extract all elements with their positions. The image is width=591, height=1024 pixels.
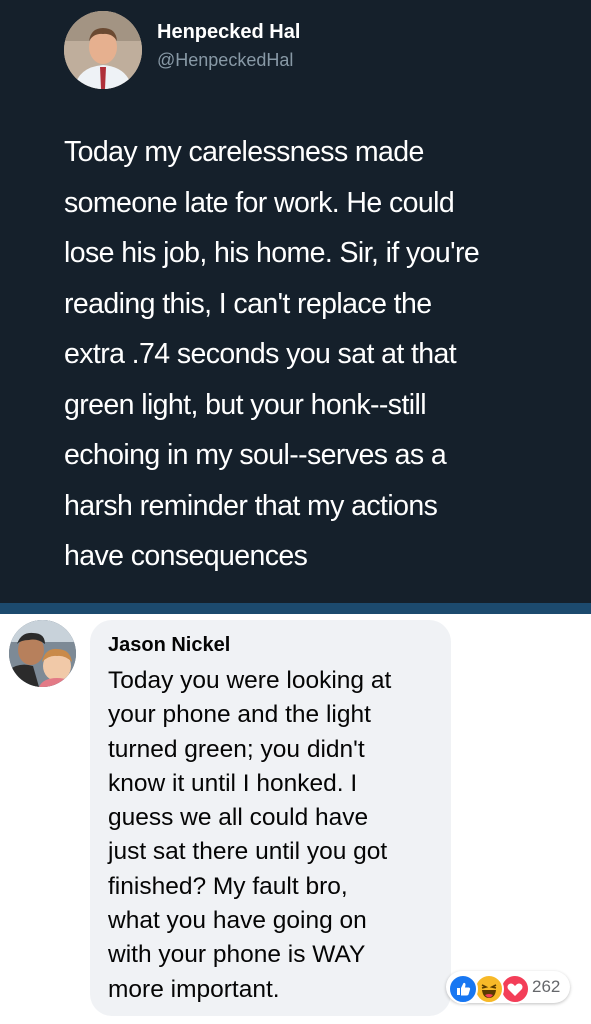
tweet-text-line: someone late for work. He could <box>64 186 455 219</box>
comment-text-line: what you have going on <box>108 907 367 935</box>
tweet-text-line: reading this, I can't replace the <box>64 287 432 320</box>
comment-text: Today you were looking at your phone and… <box>108 664 448 1007</box>
reaction-count: 262 <box>532 977 561 996</box>
tweet-text-line: lose his job, his home. Sir, if you're <box>64 237 480 269</box>
comment-text-line: Today you were looking at <box>108 667 392 694</box>
comment-text-line: know it until I honked. I <box>108 769 358 797</box>
tweet-text-line: extra .74 seconds you sat at that <box>64 338 457 370</box>
tweet-text-line: Today my carelessness made <box>64 136 424 168</box>
tweet-text-line: harsh reminder that my actions <box>64 489 438 522</box>
comment-text-line: more important. <box>108 975 280 1003</box>
reactions-summary[interactable]: 262 <box>446 971 570 1004</box>
haha-icon <box>474 974 504 1004</box>
comment-text-line: with your phone is WAY <box>108 941 366 969</box>
comment-text-line: your phone and the light <box>108 701 371 729</box>
tweet-text-line: have consequences <box>64 540 308 572</box>
tweet-avatar[interactable] <box>64 11 142 89</box>
tweet-text-line: green light, but your honk--still <box>64 388 427 421</box>
comment-text-line: just sat there until you got <box>108 838 388 866</box>
comment-text-line: guess we all could have <box>108 804 369 832</box>
comment-text-line: finished? My fault bro, <box>108 872 348 900</box>
comment-text-line: turned green; you didn't <box>108 735 365 763</box>
tweet-display-name[interactable]: Henpecked Hal <box>157 21 300 44</box>
love-icon <box>500 974 530 1004</box>
tweet-divider <box>0 603 591 614</box>
comment-avatar[interactable] <box>9 620 76 687</box>
tweet-text: Today my carelessness made someone late … <box>64 127 564 582</box>
like-icon <box>448 974 478 1004</box>
tweet-handle[interactable]: @HenpeckedHal <box>157 50 293 71</box>
tweet-text-line: echoing in my soul--serves as a <box>64 439 447 471</box>
comment-author-name[interactable]: Jason Nickel <box>108 634 230 657</box>
